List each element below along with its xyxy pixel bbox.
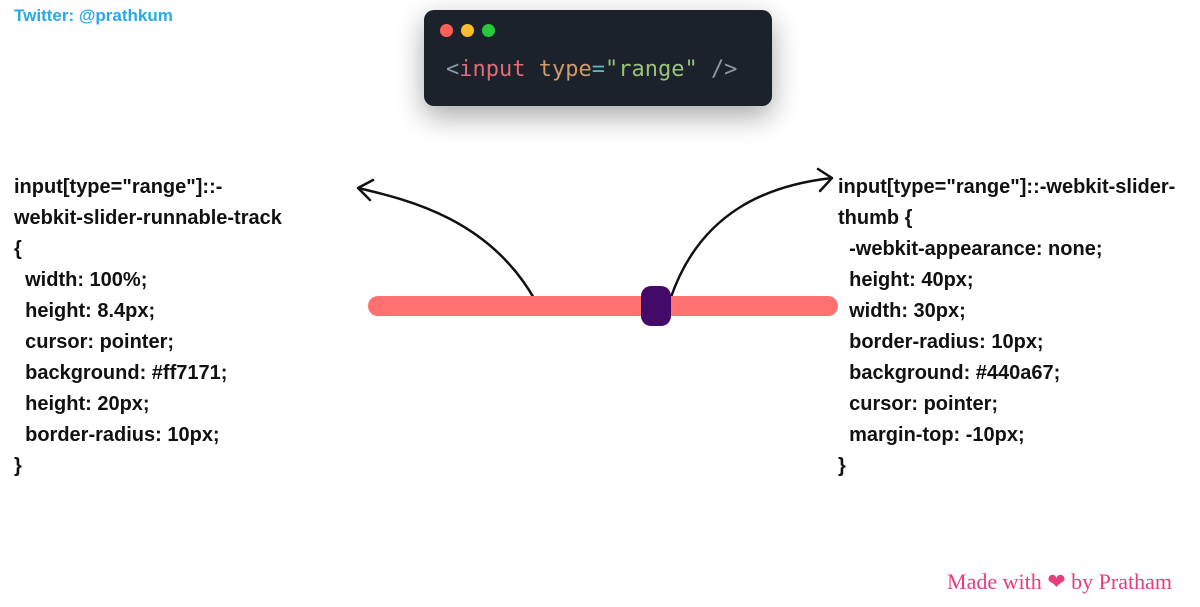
range-slider-wrap — [368, 296, 838, 321]
code-attr-value: "range" — [605, 57, 698, 82]
code-snippet: <input type="range" /> — [424, 47, 772, 88]
code-tag-name: input — [459, 57, 525, 82]
code-angle-open: < — [446, 57, 459, 82]
footer-prefix: Made with — [947, 569, 1047, 594]
footer-suffix: by Pratham — [1066, 569, 1172, 594]
track-css-block: input[type="range"]::- webkit-slider-run… — [14, 172, 334, 482]
window-traffic-lights — [424, 10, 772, 47]
traffic-zoom-icon — [482, 24, 495, 37]
thumb-css-block: input[type="range"]::-webkit-slider- thu… — [838, 172, 1198, 482]
code-attr-name: type — [539, 57, 592, 82]
twitter-handle[interactable]: Twitter: @prathkum — [14, 6, 173, 26]
traffic-minimize-icon — [461, 24, 474, 37]
code-window: <input type="range" /> — [424, 10, 772, 106]
footer-credit: Made with ❤ by Pratham — [947, 569, 1172, 595]
heart-icon: ❤ — [1047, 569, 1065, 594]
traffic-close-icon — [440, 24, 453, 37]
range-slider[interactable] — [368, 296, 838, 316]
code-angle-close: /> — [711, 57, 738, 82]
code-equals: = — [592, 57, 605, 82]
